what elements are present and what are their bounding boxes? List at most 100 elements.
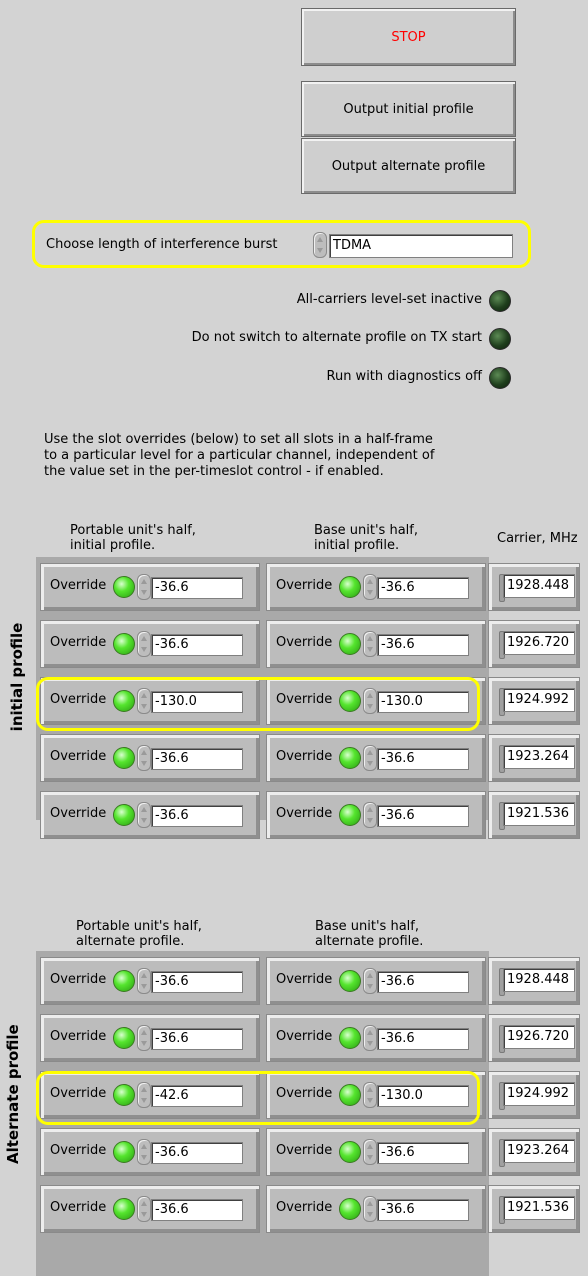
level-spinner[interactable] — [137, 745, 151, 771]
base-level-field[interactable]: -36.6 — [377, 971, 469, 993]
initial-portable-header-line2: initial profile. — [70, 538, 156, 553]
description-line-3: the value set in the per-timeslot contro… — [44, 464, 384, 479]
stop-button-label: STOP — [391, 29, 426, 45]
output-alternate-profile-button[interactable]: Output alternate profile — [301, 138, 516, 194]
base-level-field[interactable]: -36.6 — [377, 1028, 469, 1050]
level-spinner[interactable] — [363, 574, 377, 600]
alternate-base-header-line1: Base unit's half, — [315, 919, 419, 934]
alternate-base-row-1: Override -36.6 — [266, 957, 486, 1005]
initial-base-row-1: Override -36.6 — [266, 563, 486, 611]
alternate-portable-header-line1: Portable unit's half, — [76, 919, 202, 934]
override-label: Override — [50, 578, 107, 593]
initial-profile-label: initial profile — [8, 622, 26, 732]
portable-level-field[interactable]: -36.6 — [151, 1142, 243, 1164]
override-led[interactable] — [113, 1141, 135, 1163]
base-level-field[interactable]: -36.6 — [377, 577, 469, 599]
level-spinner[interactable] — [137, 1196, 151, 1222]
initial-portable-row-4: Override -36.6 — [40, 734, 260, 782]
carrier-field[interactable]: 1923.264 — [503, 745, 575, 769]
override-label: Override — [50, 806, 107, 821]
level-spinner[interactable] — [137, 968, 151, 994]
carrier-field[interactable]: 1926.720 — [503, 631, 575, 655]
override-led[interactable] — [113, 970, 135, 992]
alternate-base-row-5: Override -36.6 — [266, 1185, 486, 1233]
initial-portable-header-line1: Portable unit's half, — [70, 523, 196, 538]
stop-button[interactable]: STOP — [301, 8, 516, 66]
override-led[interactable] — [339, 747, 361, 769]
level-spinner[interactable] — [363, 631, 377, 657]
override-led[interactable] — [113, 747, 135, 769]
burst-select[interactable]: TDMA — [329, 234, 513, 258]
initial-base-header-line2: initial profile. — [314, 538, 400, 553]
base-level-field[interactable]: -36.6 — [377, 805, 469, 827]
carrier-field[interactable]: 1926.720 — [503, 1025, 575, 1049]
output-initial-profile-label: Output initial profile — [343, 101, 474, 117]
level-spinner[interactable] — [137, 574, 151, 600]
burst-spinner[interactable] — [313, 232, 327, 258]
override-label: Override — [50, 972, 107, 987]
override-label: Override — [276, 749, 333, 764]
override-label: Override — [50, 635, 107, 650]
level-spinner[interactable] — [363, 745, 377, 771]
level-spinner[interactable] — [363, 1196, 377, 1222]
diagnostics-led — [489, 367, 511, 389]
portable-level-field[interactable]: -36.6 — [151, 577, 243, 599]
override-led[interactable] — [339, 633, 361, 655]
level-spinner[interactable] — [137, 1025, 151, 1051]
portable-level-field[interactable]: -36.6 — [151, 1028, 243, 1050]
override-label: Override — [276, 806, 333, 821]
alternate-portable-row-1: Override -36.6 — [40, 957, 260, 1005]
carrier-field[interactable]: 1921.536 — [503, 1196, 575, 1220]
initial-carrier-row-2: 1926.720 — [488, 620, 580, 668]
alternate-carrier-row-2: 1926.720 — [488, 1014, 580, 1062]
override-led[interactable] — [113, 1027, 135, 1049]
base-level-field[interactable]: -36.6 — [377, 634, 469, 656]
level-spinner[interactable] — [137, 802, 151, 828]
carrier-field[interactable]: 1924.992 — [503, 688, 575, 712]
carrier-field[interactable]: 1921.536 — [503, 802, 575, 826]
initial-base-header: Base unit's half, initial profile. — [314, 523, 418, 553]
override-led[interactable] — [113, 804, 135, 826]
indicator-label-all-carriers: All-carriers level-set inactive — [296, 292, 482, 307]
portable-level-field[interactable]: -36.6 — [151, 971, 243, 993]
base-level-field[interactable]: -36.6 — [377, 748, 469, 770]
level-spinner[interactable] — [137, 631, 151, 657]
level-spinner[interactable] — [363, 1139, 377, 1165]
override-led[interactable] — [113, 576, 135, 598]
output-initial-profile-button[interactable]: Output initial profile — [301, 81, 516, 137]
portable-level-field[interactable]: -36.6 — [151, 805, 243, 827]
alternate-portable-header-line2: alternate profile. — [76, 934, 185, 949]
portable-level-field[interactable]: -36.6 — [151, 634, 243, 656]
carrier-field[interactable]: 1924.992 — [503, 1082, 575, 1106]
override-led[interactable] — [339, 1198, 361, 1220]
override-led[interactable] — [339, 1027, 361, 1049]
carrier-field[interactable]: 1928.448 — [503, 968, 575, 992]
portable-level-field[interactable]: -36.6 — [151, 748, 243, 770]
alternate-base-header: Base unit's half, alternate profile. — [315, 919, 423, 949]
portable-level-field[interactable]: -36.6 — [151, 1199, 243, 1221]
alternate-carrier-row-1: 1928.448 — [488, 957, 580, 1005]
level-spinner[interactable] — [363, 1025, 377, 1051]
initial-carrier-row-4: 1923.264 — [488, 734, 580, 782]
level-spinner[interactable] — [363, 802, 377, 828]
override-led[interactable] — [113, 633, 135, 655]
override-label: Override — [50, 1143, 107, 1158]
override-led[interactable] — [339, 970, 361, 992]
base-level-field[interactable]: -36.6 — [377, 1142, 469, 1164]
carrier-field[interactable]: 1928.448 — [503, 574, 575, 598]
initial-row-3-highlight — [36, 677, 480, 731]
override-led[interactable] — [339, 1141, 361, 1163]
override-led[interactable] — [339, 576, 361, 598]
base-level-field[interactable]: -36.6 — [377, 1199, 469, 1221]
override-led[interactable] — [339, 804, 361, 826]
initial-base-row-2: Override -36.6 — [266, 620, 486, 668]
override-led[interactable] — [113, 1198, 135, 1220]
carrier-field[interactable]: 1923.264 — [503, 1139, 575, 1163]
alternate-portable-row-4: Override -36.6 — [40, 1128, 260, 1176]
level-spinner[interactable] — [363, 968, 377, 994]
initial-portable-row-5: Override -36.6 — [40, 791, 260, 839]
alternate-carrier-row-3: 1924.992 — [488, 1071, 580, 1119]
level-spinner[interactable] — [137, 1139, 151, 1165]
override-label: Override — [50, 1029, 107, 1044]
alternate-carrier-row-5: 1921.536 — [488, 1185, 580, 1233]
